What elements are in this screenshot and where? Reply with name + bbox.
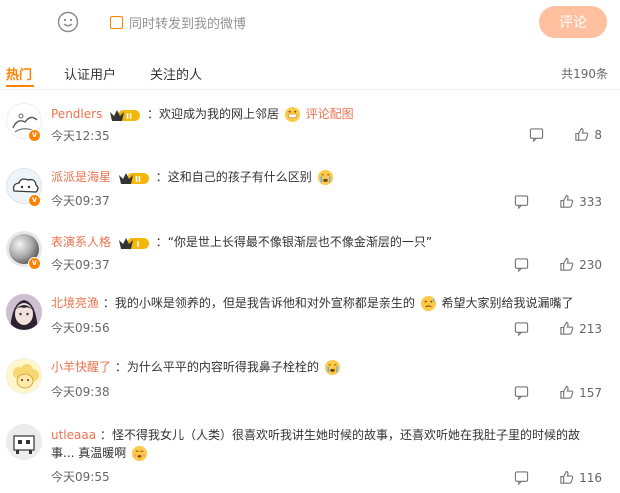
comment-filter-tabs: 热门 认证用户 关注的人 共190条 xyxy=(0,58,620,88)
touched-emoji-icon xyxy=(132,445,148,462)
like-count: 230 xyxy=(579,257,602,272)
comment-item: v Pendlers II ：欢迎成为我的网上邻居 评论配图 今天12:35 8 xyxy=(0,103,620,163)
like-count: 157 xyxy=(579,385,602,400)
reply-icon[interactable] xyxy=(514,257,529,272)
comment-separator: ： xyxy=(155,235,168,249)
active-tab-indicator xyxy=(6,85,34,87)
tab-hot[interactable]: 热门 xyxy=(6,64,32,83)
comment-time: 今天12:35 xyxy=(51,129,110,143)
comment-separator: ： xyxy=(146,107,159,121)
like-count: 8 xyxy=(594,127,602,142)
username-link[interactable]: 表演系人格 xyxy=(51,235,111,249)
sweating-emoji-icon xyxy=(420,295,436,312)
reply-icon[interactable] xyxy=(514,470,529,485)
comment-composer: 同时转发到我的微博 评论 xyxy=(0,0,620,46)
vip-crown-badge-icon: II xyxy=(110,109,141,121)
divider xyxy=(0,89,620,90)
like-button[interactable]: 8 xyxy=(574,127,602,142)
comment-separator: ： xyxy=(102,296,115,310)
like-button[interactable]: 230 xyxy=(559,257,602,272)
vip-level-label: II xyxy=(135,175,141,184)
thumbs-up-icon xyxy=(560,385,574,399)
comment-item: 小羊快醒了 ：为什么平平的内容听得我鼻子栓栓的 今天09:38 157 xyxy=(0,358,620,418)
comment-separator: ： xyxy=(99,428,112,442)
like-count: 333 xyxy=(579,194,602,209)
comment-text: 我的小咪是领养的，但是我告诉他和对外宣称都是亲生的 xyxy=(114,296,415,310)
verified-badge-icon: v xyxy=(28,129,41,142)
comment-text: 这和自己的孩子有什么区别 xyxy=(167,170,312,184)
thumbs-up-icon xyxy=(560,321,574,335)
reply-icon[interactable] xyxy=(514,194,529,209)
comment-image-link[interactable]: 评论配图 xyxy=(306,107,354,121)
comment-text: “你是世上长得最不像银渐层也不像金渐层的一只” xyxy=(167,235,433,249)
username-link[interactable]: 北境亮渔 xyxy=(51,296,99,310)
crying-emoji-icon xyxy=(317,169,333,186)
comment-time: 今天09:38 xyxy=(51,385,110,399)
vip-crown-badge-icon: II xyxy=(118,172,149,184)
like-button[interactable]: 213 xyxy=(559,321,602,336)
reply-icon[interactable] xyxy=(529,127,544,142)
thumbs-up-icon xyxy=(560,470,574,484)
tab-following[interactable]: 关注的人 xyxy=(150,64,202,83)
comment-time: 今天09:37 xyxy=(51,258,110,272)
comment-time: 今天09:56 xyxy=(51,321,110,335)
repost-label: 同时转发到我的微博 xyxy=(129,17,247,32)
comment-item: v 表演系人格 I ：“你是世上长得最不像银渐层也不像金渐层的一只” 今天09:… xyxy=(0,231,620,291)
username-link[interactable]: 小羊快醒了 xyxy=(51,360,111,374)
like-count: 116 xyxy=(579,470,602,485)
comment-text-continued: 真温暖啊 xyxy=(78,446,127,460)
vip-level-label: II xyxy=(126,112,132,121)
avatar-sheep-image xyxy=(7,359,41,393)
comment-item: utleaaa ：怪不得我女儿（人类）很喜欢听我讲生她时候的故事，还喜欢听她在我… xyxy=(0,424,620,490)
verified-badge-icon: v xyxy=(28,257,41,270)
comment-time: 今天09:55 xyxy=(51,470,110,484)
like-button[interactable]: 333 xyxy=(559,194,602,209)
avatar[interactable] xyxy=(6,424,42,460)
avatar-anime-portrait-image xyxy=(6,294,42,330)
submit-comment-button[interactable]: 评论 xyxy=(539,6,607,38)
username-link[interactable]: Pendlers xyxy=(51,107,102,121)
avatar[interactable] xyxy=(6,294,42,330)
thumbs-up-icon xyxy=(575,127,589,141)
vip-level-label: I xyxy=(136,240,139,249)
repost-checkbox[interactable] xyxy=(110,16,123,29)
like-button[interactable]: 116 xyxy=(559,470,602,485)
comment-text: 为什么平平的内容听得我鼻子栓栓的 xyxy=(126,360,319,374)
comment-text-continued: 希望大家别给我说漏嘴了 xyxy=(441,296,574,310)
reply-icon[interactable] xyxy=(514,321,529,336)
repost-option[interactable]: 同时转发到我的微博 xyxy=(110,13,246,32)
comment-item: v 派派是海星 II ：这和自己的孩子有什么区别 今天09:37 333 xyxy=(0,168,620,228)
reply-icon[interactable] xyxy=(514,385,529,400)
tab-verified-users[interactable]: 认证用户 xyxy=(64,64,116,83)
emoji-picker-icon[interactable] xyxy=(57,11,79,33)
comment-item: 北境亮渔 ：我的小咪是领养的，但是我告诉他和对外宣称都是亲生的 希望大家别给我说… xyxy=(0,294,620,354)
grin-emoji-icon xyxy=(284,106,300,123)
like-count: 213 xyxy=(579,321,602,336)
crying-emoji-icon xyxy=(324,359,340,376)
comment-text: 欢迎成为我的网上邻居 xyxy=(159,107,280,121)
thumbs-up-icon xyxy=(560,257,574,271)
comment-time: 今天09:37 xyxy=(51,194,110,208)
comment-separator: ： xyxy=(114,360,127,374)
verified-badge-icon: v xyxy=(28,194,41,207)
avatar[interactable] xyxy=(6,358,42,394)
comment-separator: ： xyxy=(155,170,168,184)
like-button[interactable]: 157 xyxy=(559,385,602,400)
thumbs-up-icon xyxy=(560,194,574,208)
username-link[interactable]: utleaaa xyxy=(51,428,96,442)
username-link[interactable]: 派派是海星 xyxy=(51,170,111,184)
comment-count: 共190条 xyxy=(561,67,608,81)
avatar-pixel-sheep-image xyxy=(6,424,42,460)
vip-crown-badge-icon: I xyxy=(118,237,149,249)
